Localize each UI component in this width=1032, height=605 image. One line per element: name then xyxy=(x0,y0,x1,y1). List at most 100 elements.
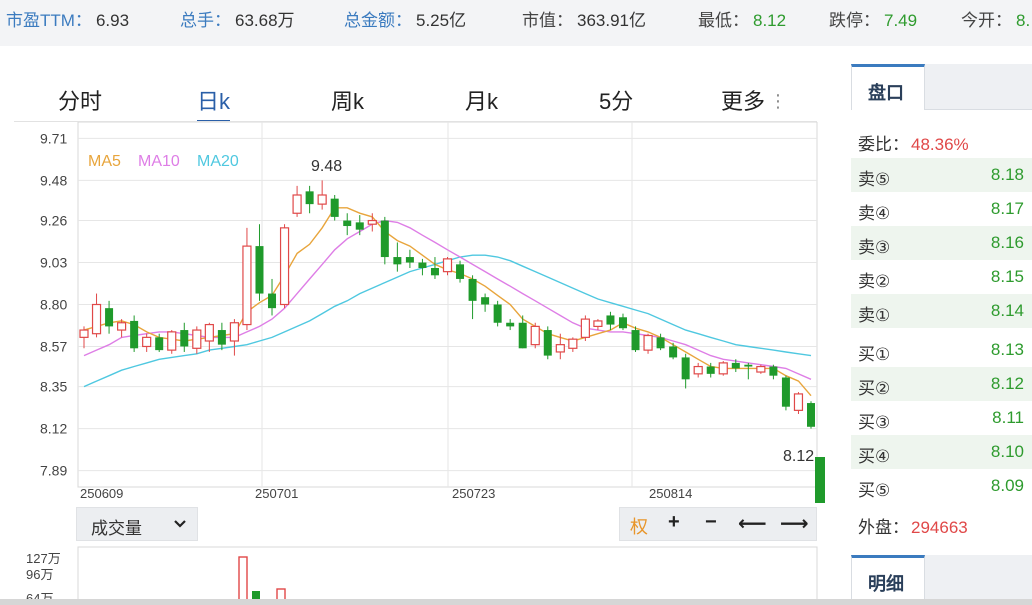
x-tick-label: 250723 xyxy=(452,486,495,501)
y-tick-label: 9.26 xyxy=(40,213,67,229)
candle-body xyxy=(79,329,89,338)
outer-volume-label: 外盘： xyxy=(858,518,909,537)
candle-body xyxy=(518,322,527,349)
candle xyxy=(167,330,177,354)
candle-body xyxy=(793,393,804,411)
pan-left-button[interactable]: ⟵ xyxy=(738,511,767,536)
stat-volume: 总手： 63.68万 xyxy=(180,11,295,30)
bid-label: 买① xyxy=(858,345,891,364)
candle-body xyxy=(155,337,164,351)
candle-body xyxy=(744,364,753,367)
bid-label: 买④ xyxy=(858,447,891,466)
high-price-label: 9.48 xyxy=(311,158,342,175)
candle-body xyxy=(418,262,427,268)
candle-body xyxy=(681,357,690,380)
ask-price: 8.17 xyxy=(990,199,1024,218)
volume-bar xyxy=(238,556,248,605)
tab-5min[interactable]: 5分 xyxy=(599,84,633,116)
ask-price: 8.15 xyxy=(990,267,1024,286)
candle-body xyxy=(606,315,615,325)
candle-body xyxy=(807,403,815,427)
volume-plot-area xyxy=(77,546,818,605)
candle-body xyxy=(593,320,603,328)
tab-order-book[interactable]: 盘口 xyxy=(851,64,925,110)
stat-market-cap: 市值： 363.91亿 xyxy=(522,11,646,30)
outer-volume: 外盘： 294663 xyxy=(858,513,968,538)
candle-body xyxy=(756,365,766,373)
x-tick-label: 250609 xyxy=(80,486,123,501)
ask-label: 卖① xyxy=(858,306,891,325)
ask-label: 卖⑤ xyxy=(858,170,891,189)
candle-body xyxy=(481,297,490,305)
candle-body xyxy=(718,362,728,375)
candle-body xyxy=(130,320,139,349)
volume-select-label: 成交量 xyxy=(91,519,142,538)
y-tick-label: 8.35 xyxy=(40,379,67,395)
zoom-in-button[interactable]: + xyxy=(668,511,680,534)
candle-body xyxy=(142,336,152,348)
y-tick-label: 8.57 xyxy=(40,338,67,354)
candle-body xyxy=(268,293,277,309)
kline-chart[interactable]: 9.71 9.48 9.26 9.03 8.80 8.57 8.35 8.12 7.89 2506… xyxy=(0,122,830,507)
candle xyxy=(793,392,804,414)
ask-price: 8.14 xyxy=(990,301,1024,320)
volume-chart[interactable]: 127万96万64万 xyxy=(0,545,830,605)
candle xyxy=(718,361,728,376)
ask-row-5: 卖⑤ 8.18 xyxy=(851,158,1032,192)
ask-row-1: 卖① 8.14 xyxy=(851,294,1032,328)
bid-label: 买⑤ xyxy=(858,481,891,500)
candle-body xyxy=(117,322,127,331)
bottom-scrollbar[interactable] xyxy=(0,599,1032,605)
candle-body xyxy=(317,194,327,205)
volume-tick-label: 96万 xyxy=(26,567,53,582)
candle-body xyxy=(442,258,453,273)
bid-label: 买③ xyxy=(858,413,891,432)
candle-body xyxy=(543,330,552,356)
candle-body xyxy=(242,245,252,326)
chart-toolbar: 权 + − ⟵ ⟶ xyxy=(619,507,817,541)
stat-turnover: 总金额： 5.25亿 xyxy=(344,11,467,30)
y-tick-label: 9.48 xyxy=(40,172,67,188)
stat-limit-down: 跌停： 7.49 xyxy=(829,11,918,30)
candle-body xyxy=(167,331,177,351)
candle xyxy=(493,300,502,327)
ratio-label: 委比： xyxy=(858,135,909,154)
tab-more[interactable]: 更多 ⋮ xyxy=(721,84,787,116)
y-tick-label: 7.89 xyxy=(40,463,67,479)
bid-price: 8.10 xyxy=(990,442,1024,461)
candle-body xyxy=(430,268,439,276)
candle-body xyxy=(91,303,102,335)
volume-indicator-select[interactable]: 成交量 xyxy=(76,507,198,541)
adjust-rights-button[interactable]: 权 xyxy=(630,513,648,539)
candle-body xyxy=(693,365,703,375)
bid-row-5: 买⑤ 8.09 xyxy=(851,469,1032,503)
legend-item: MA20 xyxy=(197,153,239,170)
candle-body xyxy=(781,377,790,407)
candle-body xyxy=(229,322,240,342)
candle-body xyxy=(631,330,640,351)
legend-item: MA10 xyxy=(138,153,180,170)
tab-details[interactable]: 明细 xyxy=(851,555,925,605)
pan-right-button[interactable]: ⟶ xyxy=(780,511,809,536)
tab-daily-k[interactable]: 日k xyxy=(197,84,231,122)
candle-body xyxy=(330,198,339,217)
candle-body xyxy=(580,318,590,338)
tab-monthly-k[interactable]: 月k xyxy=(465,84,498,116)
bid-price: 8.11 xyxy=(992,408,1024,427)
candle-body xyxy=(292,194,302,214)
candle-body xyxy=(355,222,364,230)
low-price-label: 8.12 xyxy=(783,448,814,465)
candle-body xyxy=(180,330,189,347)
tab-bar-background xyxy=(925,555,1032,605)
tab-weekly-k[interactable]: 周k xyxy=(331,84,364,116)
zoom-out-button[interactable]: − xyxy=(705,511,717,534)
commission-ratio: 委比： 48.36% xyxy=(858,130,969,155)
candle-body xyxy=(380,220,389,258)
y-tick-label: 8.12 xyxy=(40,421,67,437)
tab-intraday[interactable]: 分时 xyxy=(58,84,102,116)
candle-body xyxy=(343,220,352,227)
candle-body xyxy=(618,317,627,329)
candle xyxy=(530,322,540,349)
candle-body xyxy=(393,257,402,265)
candle-body xyxy=(405,257,414,263)
